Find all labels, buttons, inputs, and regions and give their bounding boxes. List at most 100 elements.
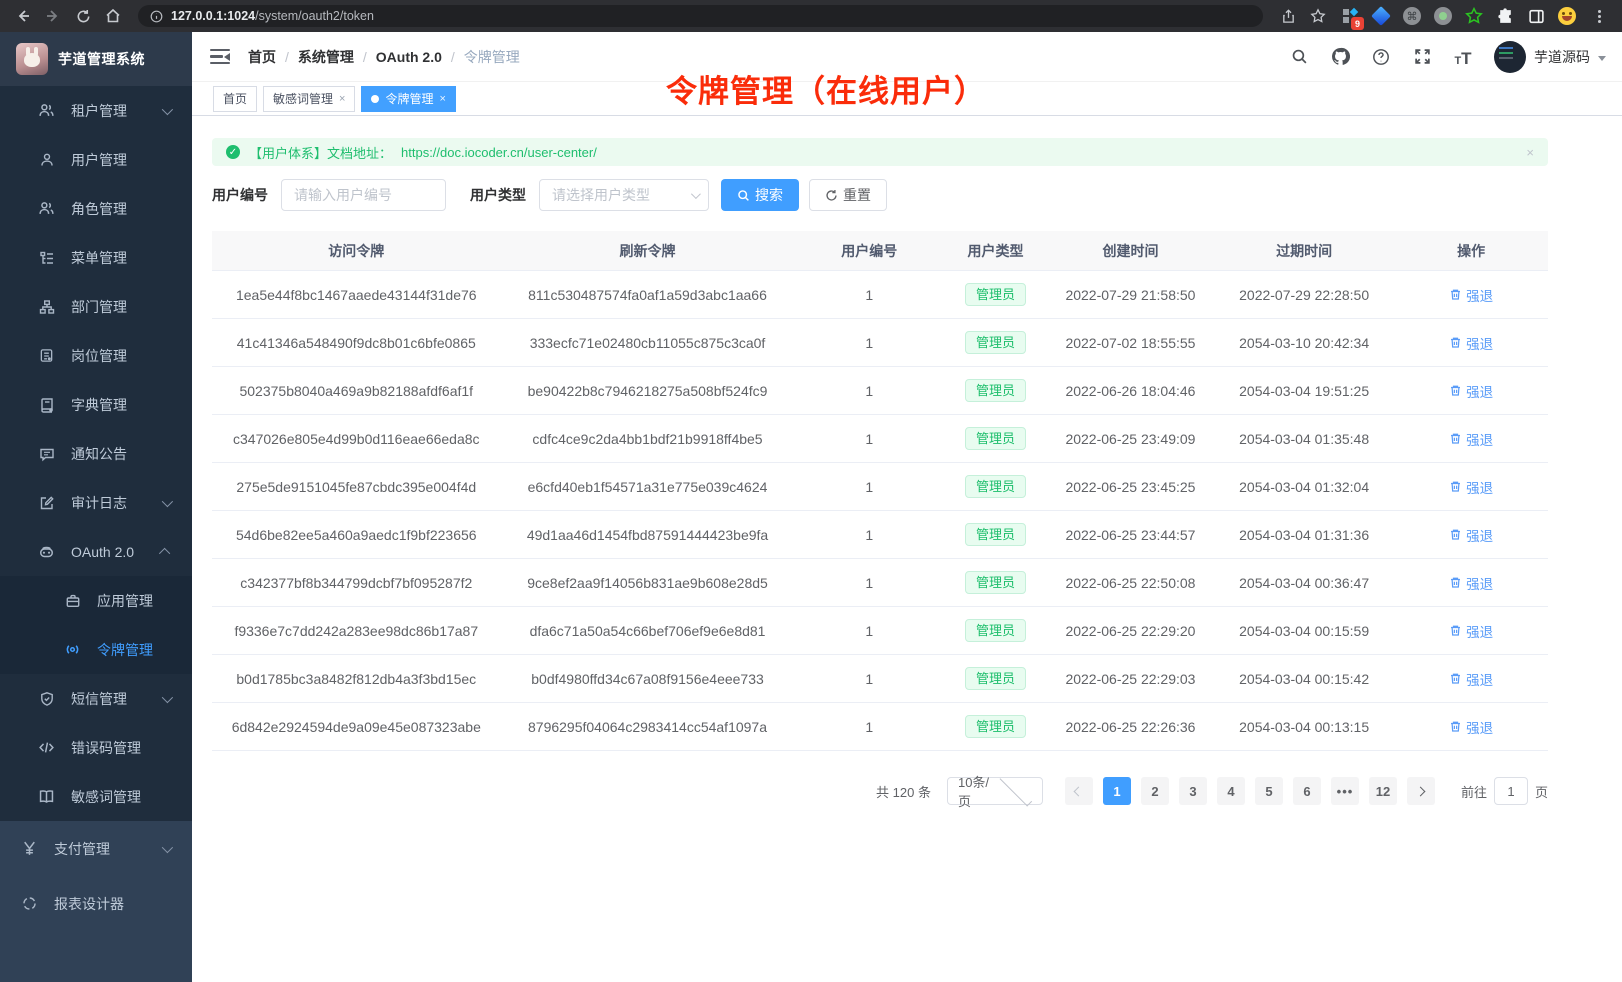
goto-page-input[interactable] (1494, 777, 1528, 805)
tab-首页[interactable]: 首页 (213, 86, 257, 112)
tab-敏感词管理[interactable]: 敏感词管理× (263, 86, 355, 112)
sidebar-item-error-code-management[interactable]: 错误码管理 (0, 723, 192, 772)
sidebar-item-post-management[interactable]: 岗位管理 (0, 331, 192, 380)
refresh-token-cell: 49d1aa46d1454fbd87591444423be9fa (501, 527, 795, 543)
force-logout-button[interactable]: 强退 (1449, 669, 1493, 689)
force-logout-button[interactable]: 强退 (1449, 573, 1493, 593)
force-logout-button[interactable]: 强退 (1449, 717, 1493, 737)
tab-close-icon[interactable]: × (439, 93, 445, 105)
breadcrumb-item: 令牌管理 (464, 47, 520, 67)
sidebar-item-sensitive-word-management[interactable]: 敏感词管理 (0, 772, 192, 821)
table-row: c342377bf8b344799dcbf7bf095287f29ce8ef2a… (212, 559, 1548, 607)
sidebar-item-department-management[interactable]: 部门管理 (0, 282, 192, 331)
page-button-6[interactable]: 6 (1293, 777, 1321, 805)
browser-back-icon[interactable] (10, 4, 36, 28)
access-token-cell: f9336e7c7dd242a283ee98dc86b17a87 (212, 623, 501, 639)
sidebar-item-audit-log[interactable]: 审计日志 (0, 478, 192, 527)
command-extension-icon[interactable]: ⌘ (1403, 7, 1421, 25)
breadcrumb-item[interactable]: 系统管理 (298, 47, 354, 67)
top-navbar: 首页/系统管理/OAuth 2.0/令牌管理 TT 芋道源码 (192, 32, 1622, 82)
sidepanel-extension-icon[interactable] (1527, 7, 1545, 25)
reset-button[interactable]: 重置 (809, 179, 887, 211)
user-menu[interactable]: 芋道源码 (1494, 41, 1606, 73)
user-id-input[interactable] (281, 179, 446, 211)
github-icon[interactable] (1330, 47, 1350, 67)
sidebar-item-payment-management[interactable]: 支付管理 (0, 821, 192, 876)
force-logout-button[interactable]: 强退 (1449, 429, 1493, 449)
prev-page-button[interactable] (1065, 777, 1093, 805)
page-size-select[interactable]: 10条/页 (947, 777, 1043, 805)
user-type-cell: 管理员 (944, 331, 1047, 354)
sidebar-item-oauth2[interactable]: OAuth 2.0 (0, 527, 192, 576)
sidebar-item-sms-management[interactable]: 短信管理 (0, 674, 192, 723)
search-icon[interactable] (1289, 47, 1309, 67)
sidebar-item-label: 令牌管理 (97, 640, 153, 660)
action-cell: 强退 (1394, 381, 1548, 401)
puzzle-extension-icon[interactable] (1496, 7, 1514, 25)
page-button-4[interactable]: 4 (1217, 777, 1245, 805)
star-extension-icon[interactable] (1465, 7, 1483, 25)
share-icon[interactable] (1275, 4, 1301, 28)
total-count: 共 120 条 (876, 782, 931, 801)
user-type-select[interactable]: 请选择用户类型 (539, 179, 709, 211)
force-logout-button[interactable]: 强退 (1449, 525, 1493, 545)
browser-reload-icon[interactable] (70, 4, 96, 28)
force-logout-button[interactable]: 强退 (1449, 381, 1493, 401)
browser-menu-icon[interactable] (1586, 4, 1612, 28)
force-logout-button[interactable]: 强退 (1449, 285, 1493, 305)
sidebar-item-report-designer[interactable]: 报表设计器 (0, 876, 192, 931)
sidebar-item-dictionary-management[interactable]: 字典管理 (0, 380, 192, 429)
action-cell: 强退 (1394, 573, 1548, 593)
site-info-icon[interactable] (150, 10, 163, 23)
sidebar-item-token-management[interactable]: 令牌管理 (0, 625, 192, 674)
tab-close-icon[interactable]: × (339, 93, 345, 105)
sidebar-item-tenant-management[interactable]: 租户管理 (0, 86, 192, 135)
sidebar-item-user-management[interactable]: 用户管理 (0, 135, 192, 184)
force-logout-button[interactable]: 强退 (1449, 477, 1493, 497)
browser-forward-icon[interactable] (40, 4, 66, 28)
table-row: 1ea5e44f8bc1467aaede43144f31de76811c5304… (212, 271, 1548, 319)
action-cell: 强退 (1394, 285, 1548, 305)
browser-home-icon[interactable] (100, 4, 126, 28)
sidebar-collapse-icon[interactable] (210, 49, 230, 65)
next-page-button[interactable] (1407, 777, 1435, 805)
table-row: 275e5de9151045fe87cbdc395e004f4de6cfd40e… (212, 463, 1548, 511)
help-icon[interactable] (1371, 47, 1391, 67)
sidebar-item-application-management[interactable]: 应用管理 (0, 576, 192, 625)
force-logout-icon (1449, 384, 1462, 397)
sidebar-item-label: 角色管理 (71, 199, 127, 219)
payment-icon (21, 840, 38, 857)
browser-address-bar[interactable]: 127.0.0.1:1024/system/oauth2/token (138, 5, 1263, 27)
breadcrumb-item[interactable]: OAuth 2.0 (376, 49, 442, 65)
extensions-icon[interactable]: 9 (1341, 7, 1359, 25)
create-time-cell: 2022-07-29 21:58:50 (1047, 287, 1214, 303)
sidebar-menu: 租户管理用户管理角色管理菜单管理部门管理岗位管理字典管理通知公告审计日志OAut… (0, 86, 192, 982)
page-button-1[interactable]: 1 (1103, 777, 1131, 805)
page-button-3[interactable]: 3 (1179, 777, 1207, 805)
table-row: 41c41346a548490f9dc8b01c6bfe0865333ecfc7… (212, 319, 1548, 367)
page-button-12[interactable]: 12 (1369, 777, 1397, 805)
doc-alert: ✓ 【用户体系】文档地址： https://doc.iocoder.cn/use… (212, 138, 1548, 166)
user-type-cell: 管理员 (944, 523, 1047, 546)
emoji-extension-icon[interactable] (1558, 7, 1576, 25)
alert-close-icon[interactable]: × (1526, 145, 1534, 160)
tab-令牌管理[interactable]: 令牌管理× (361, 86, 455, 112)
search-button[interactable]: 搜索 (721, 179, 799, 211)
tab-label: 首页 (223, 90, 247, 107)
font-size-icon[interactable]: TT (1453, 47, 1473, 67)
page-button-2[interactable]: 2 (1141, 777, 1169, 805)
recorder-extension-icon[interactable] (1434, 7, 1452, 25)
breadcrumb-item[interactable]: 首页 (248, 47, 276, 67)
sidebar-item-role-management[interactable]: 角色管理 (0, 184, 192, 233)
doc-link[interactable]: https://doc.iocoder.cn/user-center/ (401, 145, 597, 160)
page-ellipsis[interactable]: ••• (1331, 777, 1359, 805)
fullscreen-icon[interactable] (1412, 47, 1432, 67)
sidebar-item-notice-announcement[interactable]: 通知公告 (0, 429, 192, 478)
sidebar-item-menu-management[interactable]: 菜单管理 (0, 233, 192, 282)
bookmark-star-icon[interactable] (1305, 4, 1331, 28)
page-button-5[interactable]: 5 (1255, 777, 1283, 805)
app-logo-row[interactable]: 芋道管理系统 (0, 32, 192, 86)
force-logout-button[interactable]: 强退 (1449, 333, 1493, 353)
gem-extension-icon[interactable] (1372, 7, 1390, 25)
force-logout-button[interactable]: 强退 (1449, 621, 1493, 641)
